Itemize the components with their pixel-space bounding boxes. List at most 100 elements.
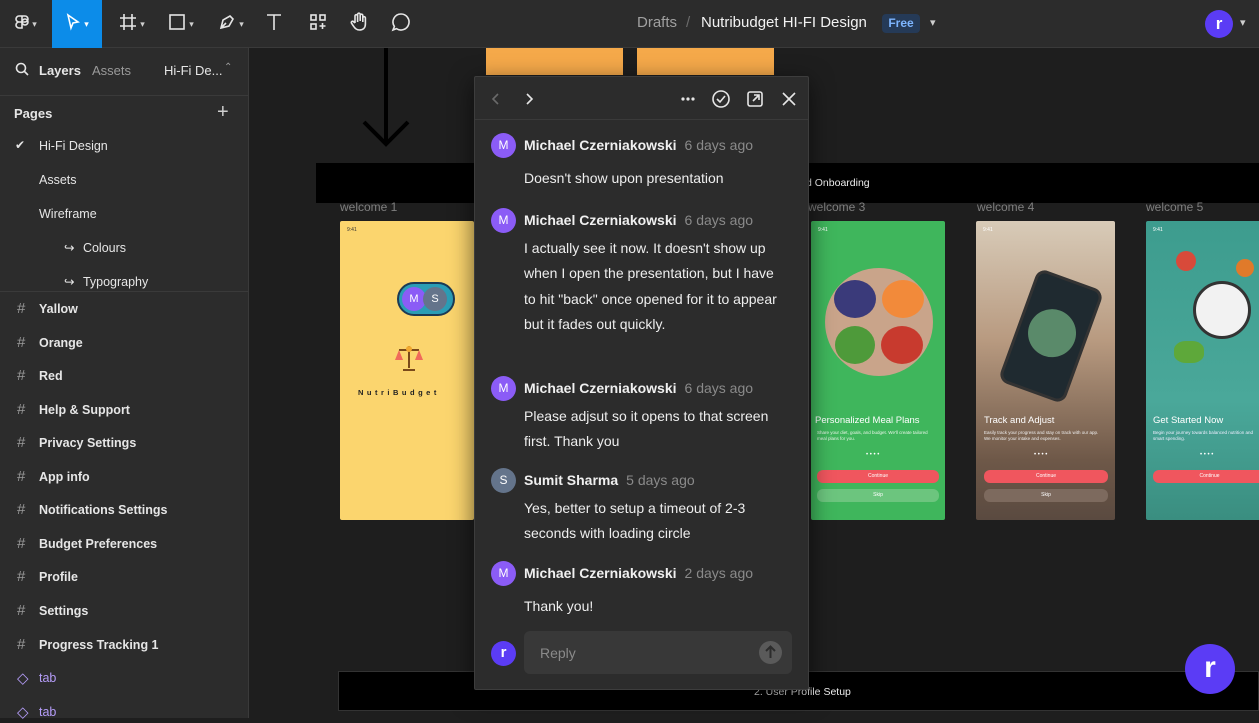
frame-welcome-5[interactable]: 9:41 Get Started Now Begin your journey … [1146, 221, 1259, 520]
meal-plate-image [825, 268, 933, 376]
avatar: S [491, 468, 516, 493]
screen-title: Personalized Meal Plans [815, 415, 920, 426]
comment-pin-avatar[interactable]: r [1185, 644, 1235, 694]
screen-title: Get Started Now [1153, 415, 1224, 426]
main-menu-button[interactable]: ▾ [6, 0, 46, 48]
comment-time: 5 days ago [626, 472, 695, 488]
plan-badge: Free [882, 14, 920, 33]
user-avatar[interactable]: r [1205, 10, 1233, 38]
layer-item[interactable]: # Yallow [0, 298, 249, 320]
layer-item[interactable]: ◇ tab [0, 667, 249, 689]
frame-label-welcome-4[interactable]: welcome 4 [977, 200, 1034, 214]
file-name[interactable]: Nutribudget HI-FI Design [701, 14, 867, 31]
skip-button[interactable]: Skip [817, 489, 939, 502]
tab-assets[interactable]: Assets [92, 63, 131, 78]
status-time: 9:41 [347, 227, 357, 233]
pen-tool-button[interactable]: ▾ [210, 0, 252, 48]
page-item-typography[interactable]: ↪ Typography [64, 273, 148, 291]
app-logo-bubble: M S [397, 282, 455, 316]
layer-item[interactable]: # Help & Support [0, 399, 249, 421]
layer-item[interactable]: # Privacy Settings [0, 432, 249, 454]
frame-icon: # [17, 300, 26, 317]
send-arrow-icon[interactable] [759, 641, 782, 664]
section-label: d Onboarding [806, 177, 870, 189]
layer-label: Notifications Settings [39, 503, 168, 517]
layer-label: Settings [39, 604, 89, 618]
layer-item[interactable]: # App info [0, 466, 249, 488]
screen-title: Track and Adjust [984, 415, 1055, 426]
tab-layers[interactable]: Layers [39, 63, 81, 78]
continue-button[interactable]: Continue [984, 470, 1108, 483]
frame-welcome-4[interactable]: 9:41 Track and Adjust Easily track your … [976, 221, 1115, 520]
layer-label: App info [39, 470, 90, 484]
chevron-down-icon: ▾ [84, 18, 89, 29]
reply-field[interactable]: Reply [524, 631, 792, 674]
shape-tool-button[interactable]: ▾ [160, 0, 202, 48]
divider [475, 119, 808, 120]
status-time: 9:41 [983, 227, 993, 233]
page-item-assets[interactable]: Assets [39, 173, 77, 187]
comment-text: Thank you! [524, 598, 594, 614]
continue-button[interactable]: Continue [1153, 470, 1259, 483]
resolve-check-icon[interactable] [711, 89, 731, 109]
comment-author: Sumit Sharma [524, 472, 619, 488]
layer-label: Privacy Settings [39, 436, 137, 450]
breadcrumb-drafts[interactable]: Drafts [637, 14, 677, 31]
page-item-colours[interactable]: ↪ Colours [64, 239, 126, 257]
page-selector[interactable]: Hi-Fi De... [164, 63, 223, 78]
layer-item[interactable]: # Budget Preferences [0, 533, 249, 555]
pen-icon [218, 13, 236, 36]
frame-tool-button[interactable]: ▾ [112, 0, 152, 48]
layer-item[interactable]: # Notifications Settings [0, 499, 249, 521]
move-tool-button[interactable]: ▾ [52, 0, 102, 48]
pagination-dots: • • • • [1034, 452, 1048, 458]
layer-item[interactable]: ◇ tab [0, 701, 249, 723]
file-menu-chevron-icon[interactable]: ▾ [930, 16, 936, 29]
comment-time: 6 days ago [684, 137, 754, 153]
previous-comment-icon[interactable] [486, 89, 506, 109]
frame-label-welcome-5[interactable]: welcome 5 [1146, 200, 1203, 214]
comment-author-row: Michael Czerniakowski 2 days ago [524, 565, 753, 581]
logo-letter: S [423, 287, 447, 311]
avatar: M [491, 133, 516, 158]
skip-button[interactable]: Skip [984, 489, 1108, 502]
resources-tool-button[interactable] [304, 0, 332, 48]
text-tool-button[interactable] [262, 0, 286, 48]
frame-welcome-3[interactable]: 9:41 Personalized Meal Plans Share your … [811, 221, 945, 520]
layer-label: tab [39, 705, 57, 719]
comment-text: Please adjsut so it opens to that screen… [524, 408, 769, 450]
comment-author-row: Michael Czerniakowski 6 days ago [524, 380, 753, 396]
layer-item[interactable]: # Progress Tracking 1 [0, 634, 249, 656]
layer-item[interactable]: # Orange [0, 332, 249, 354]
search-icon[interactable] [15, 62, 29, 81]
frame-welcome-1[interactable]: 9:41 M S NutriBudget [340, 221, 474, 520]
comment-text: Doesn't show upon presentation [524, 170, 724, 186]
screen-subtitle: Begin your journey towards balanced nutr… [1153, 430, 1254, 441]
comment-author-row: Michael Czerniakowski 6 days ago [524, 137, 753, 153]
screen-subtitle: Share your diet, goals, and budget. We'l… [817, 430, 928, 441]
add-page-icon[interactable]: + [217, 101, 229, 124]
comment-author: Michael Czerniakowski [524, 212, 677, 228]
page-item-hi-fi-design[interactable]: ✔ Hi-Fi Design [0, 132, 249, 160]
close-icon[interactable] [779, 89, 799, 109]
open-external-icon[interactable] [745, 89, 765, 109]
hand-tool-button[interactable] [344, 0, 374, 48]
layer-item[interactable]: # Profile [0, 566, 249, 588]
page-item-wireframe[interactable]: Wireframe [39, 207, 97, 221]
frame-icon: # [17, 535, 26, 552]
chevron-down-icon[interactable]: ▾ [1240, 16, 1246, 29]
cursor-arrow-icon [65, 12, 81, 36]
frame-label-welcome-1[interactable]: welcome 1 [340, 200, 397, 214]
continue-button[interactable]: Continue [817, 470, 939, 483]
next-comment-icon[interactable] [519, 89, 539, 109]
layer-label: Red [39, 369, 63, 383]
link-arrow-icon: ↪ [64, 275, 75, 289]
layer-item[interactable]: # Settings [0, 600, 249, 622]
more-options-icon[interactable] [678, 89, 698, 109]
layer-item[interactable]: # Red [0, 365, 249, 387]
pagination-dots: • • • • [866, 452, 880, 458]
comment-tool-button[interactable] [386, 0, 416, 48]
chevron-up-icon[interactable]: ⌃ [224, 62, 232, 73]
resources-icon [309, 13, 327, 36]
frame-label-welcome-3[interactable]: welcome 3 [808, 200, 865, 214]
